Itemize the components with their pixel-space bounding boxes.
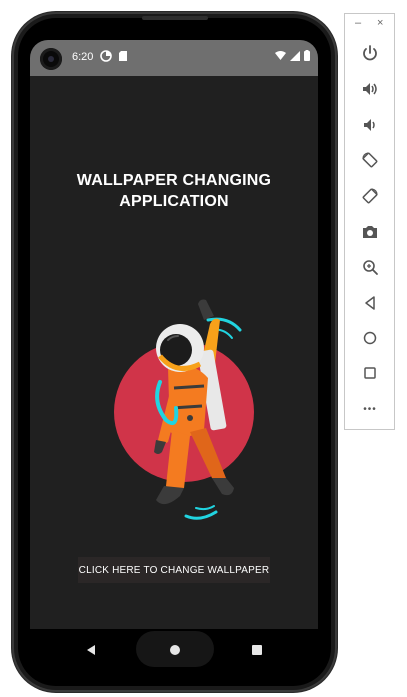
power-button[interactable]	[358, 41, 382, 65]
rotate-left-button[interactable]	[358, 148, 382, 172]
home-icon	[363, 331, 377, 345]
emulator-back-button[interactable]	[358, 291, 382, 315]
home-circle-icon	[170, 645, 180, 655]
nav-recents-button[interactable]	[248, 641, 266, 659]
system-nav-bar	[30, 629, 318, 671]
change-wallpaper-button[interactable]: CLICK HERE TO CHANGE WALLPAPER	[78, 557, 270, 583]
astronaut-boot-left	[156, 486, 184, 505]
data-saver-icon	[100, 50, 112, 62]
front-camera	[40, 48, 62, 70]
rotate-left-icon	[362, 152, 378, 168]
volume-up-icon	[363, 83, 377, 95]
screenshot-button[interactable]	[358, 220, 382, 244]
rotate-right-button[interactable]	[358, 184, 382, 208]
phone-speaker	[142, 16, 208, 20]
astronaut-glove-raised	[198, 299, 214, 320]
emulator-overview-button[interactable]	[358, 361, 382, 385]
volume-down-icon	[364, 119, 375, 131]
volume-down-button[interactable]	[358, 113, 382, 137]
signal-icon	[290, 50, 300, 61]
status-system-icons	[275, 50, 310, 61]
motion-swoosh-bottom-2	[195, 505, 215, 511]
motion-swoosh-bottom	[184, 510, 218, 520]
title-line-2: APPLICATION	[119, 193, 229, 210]
back-triangle-icon	[87, 645, 95, 655]
sd-card-icon	[119, 51, 127, 61]
title-line-1: WALLPAPER CHANGING	[76, 172, 272, 189]
rotate-right-icon	[362, 188, 378, 204]
emulator-minimize-button[interactable]: –	[355, 17, 361, 29]
suit-button	[187, 415, 193, 421]
emulator-home-button[interactable]	[358, 326, 382, 350]
zoom-icon	[363, 260, 378, 275]
battery-icon	[304, 50, 310, 61]
status-notification-icons	[100, 50, 128, 62]
back-icon	[365, 296, 375, 310]
status-bar: 6:20	[30, 40, 318, 76]
astronaut-illustration	[114, 299, 254, 520]
nav-back-button[interactable]	[82, 641, 100, 659]
status-time: 6:20	[72, 51, 94, 63]
emulator-more-button[interactable]: •••	[358, 397, 382, 421]
power-icon	[363, 45, 377, 61]
astronaut-boot-right	[212, 478, 234, 496]
camera-icon	[363, 226, 377, 238]
nav-home-button[interactable]	[166, 641, 184, 659]
page-title: WALLPAPER CHANGING APPLICATION	[30, 170, 318, 212]
emulator-side-panel: – × •••	[344, 13, 395, 430]
recents-square-icon	[252, 645, 262, 655]
wifi-icon	[275, 51, 286, 60]
emulator-close-button[interactable]: ×	[377, 17, 383, 29]
device-screen: 6:20 WALLPAPER CHANGING APPLICATION CLIC…	[30, 40, 318, 629]
zoom-button[interactable]	[358, 255, 382, 279]
overview-icon	[364, 367, 376, 379]
volume-up-button[interactable]	[358, 77, 382, 101]
